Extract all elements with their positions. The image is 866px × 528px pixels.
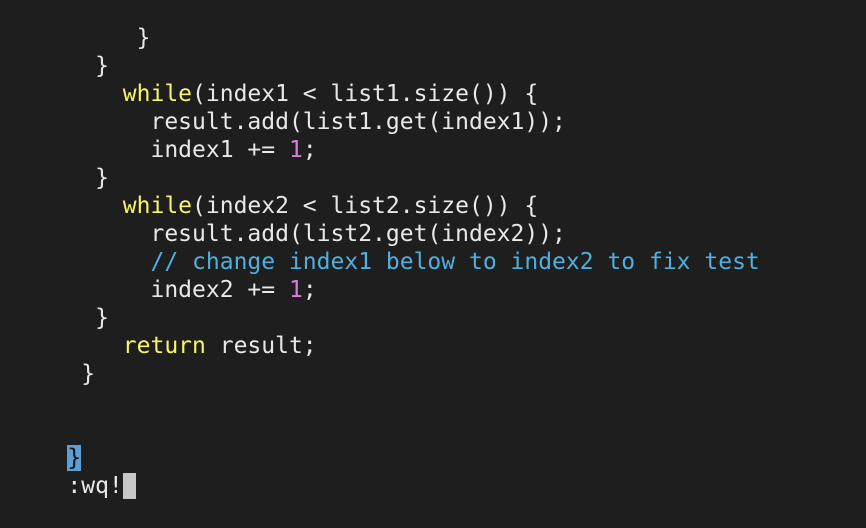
code-line: while(index1 < list1.size()) { xyxy=(12,52,538,107)
code-line: result.add(list1.get(index1)); xyxy=(12,80,565,135)
code-line: index1 += 1; xyxy=(12,108,316,163)
code-line: return result; xyxy=(12,304,317,359)
code-line: } xyxy=(12,24,109,79)
code-text: index2 += xyxy=(150,277,289,303)
code-line: } xyxy=(12,276,109,331)
code-text: index1 += xyxy=(150,137,289,163)
code-line: result.add(list2.get(index2)); xyxy=(12,192,565,247)
command-line[interactable]: :wq! xyxy=(12,444,136,499)
command-cursor xyxy=(122,473,136,499)
code-text: } xyxy=(67,361,96,387)
code-text: result; xyxy=(205,333,317,359)
code-line: } xyxy=(12,136,109,191)
code-line: } xyxy=(12,0,151,51)
code-line: while(index2 < list2.size()) { xyxy=(12,164,538,219)
number-literal: 1 xyxy=(288,277,303,303)
vim-editor[interactable]: } } while(index1 < list1.size()) { resul… xyxy=(0,0,866,499)
command-text: :wq! xyxy=(67,473,123,499)
code-text: ; xyxy=(302,137,317,163)
code-text: ; xyxy=(302,277,317,303)
code-line: } xyxy=(12,332,95,387)
code-line: index2 += 1; xyxy=(12,248,316,303)
keyword: return xyxy=(122,333,206,359)
number-literal: 1 xyxy=(288,137,303,163)
code-line: } xyxy=(12,416,82,471)
code-line: // change index1 below to index2 to fix … xyxy=(12,220,759,275)
